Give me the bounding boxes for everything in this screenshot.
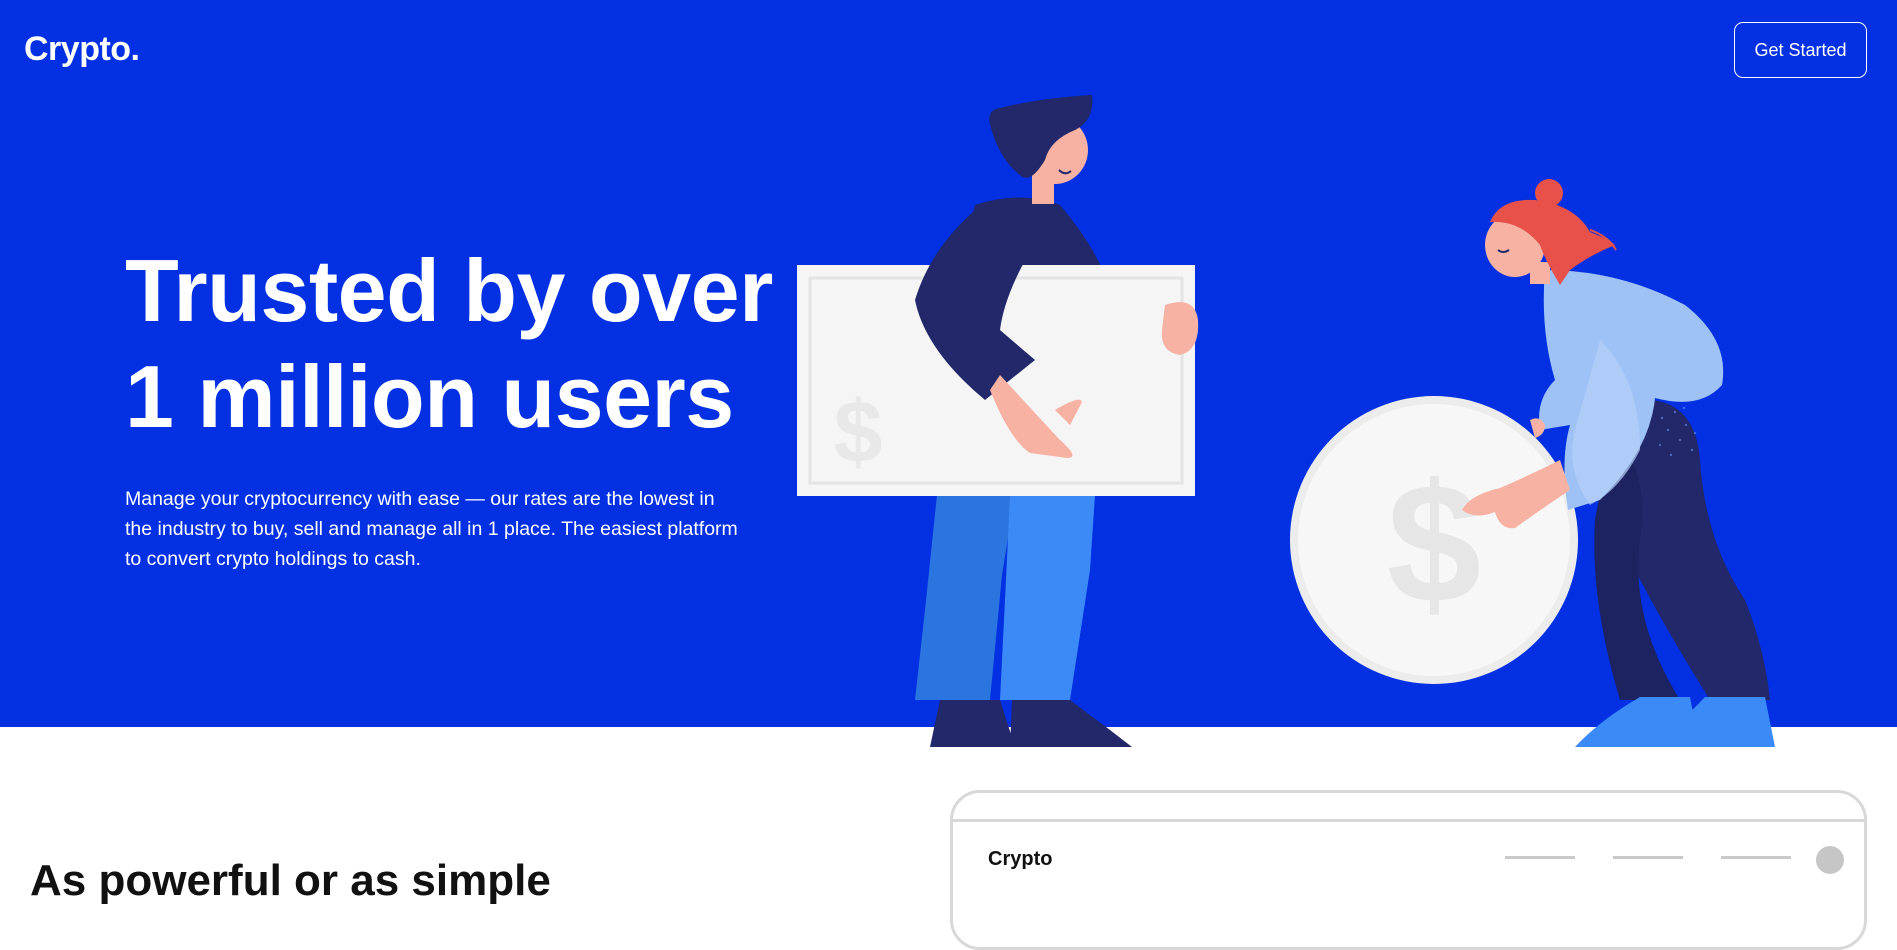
coin: $ [1290,396,1578,684]
avatar-placeholder-icon [1816,846,1844,874]
app-mockup: Crypto [950,790,1867,950]
mockup-brand: Crypto [988,848,1053,870]
hero-illustration: $ $ [797,95,1775,747]
man-front-shoe [1010,700,1132,747]
man-front-leg [1000,495,1095,700]
mockup-nav-item [1721,856,1791,859]
dollar-sign-icon: $ [1387,449,1482,639]
features-title: As powerful or as simple [30,856,551,905]
dollar-sign-icon: $ [834,382,883,481]
mockup-nav-item [1613,856,1683,859]
mockup-nav-item [1505,856,1575,859]
man-back-leg [915,495,1015,700]
man-back-shoe [930,700,1015,747]
woman-hair-bun [1535,179,1563,207]
mockup-divider [953,819,1864,822]
